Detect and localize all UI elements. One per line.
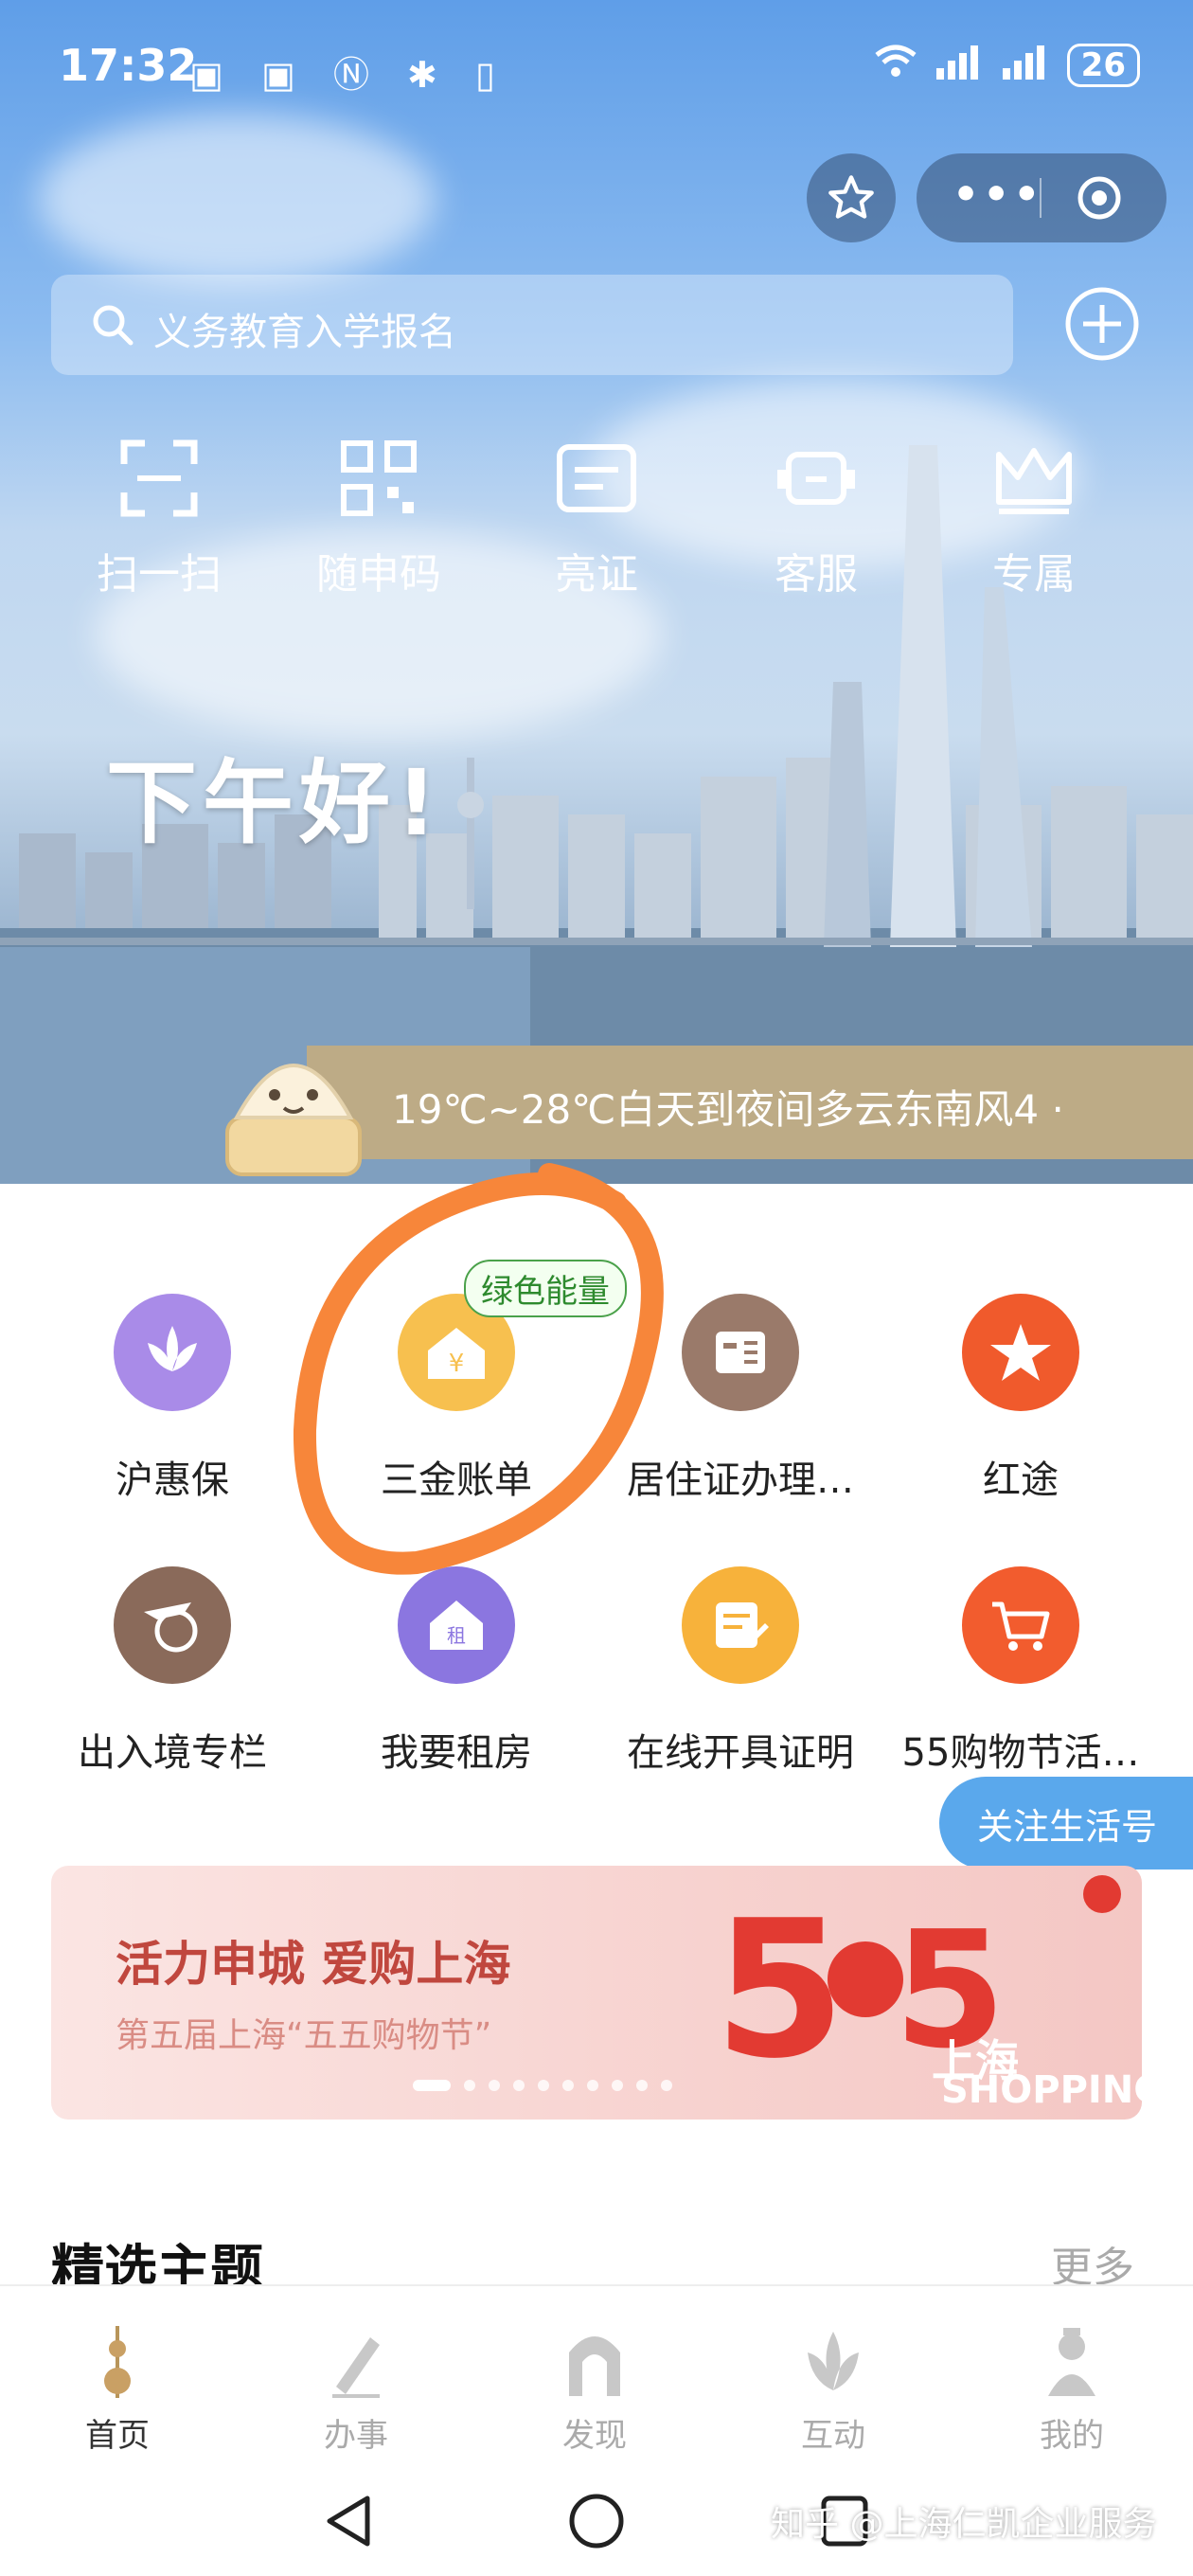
signal-icon <box>935 42 986 88</box>
home-icon[interactable] <box>566 2491 627 2551</box>
scan-icon <box>120 439 198 517</box>
follow-lifestyle-account-button[interactable]: 关注生活号 <box>939 1777 1193 1869</box>
clock: 17:32 <box>59 40 198 91</box>
carousel-dot <box>587 2080 598 2091</box>
tab-label: 首页 <box>85 2417 150 2455</box>
miniapp-capsule: ••• <box>917 153 1166 242</box>
service-huhuibao[interactable]: 沪惠保 <box>30 1294 314 1504</box>
carousel-dot <box>636 2080 648 2091</box>
five-five-logo: 5 5 SHOPPING <box>714 1875 1142 2112</box>
bottom-tab-bar: 首页 办事 发现 互动 我的 <box>0 2284 1193 2466</box>
tab-label: 发现 <box>562 2417 627 2455</box>
arch-icon <box>569 2336 620 2396</box>
quick-action-id-card[interactable]: 亮证 <box>502 436 691 600</box>
service-online-certificate[interactable]: 在线开具证明 <box>598 1566 882 1777</box>
tab-services[interactable]: 办事 <box>280 2324 432 2456</box>
service-rent-house[interactable]: 租 我要租房 <box>314 1566 598 1777</box>
banner-title: 活力申城 爱购上海 <box>116 1937 511 1992</box>
battery-level: 26 <box>1066 43 1140 87</box>
quick-action-scan[interactable]: 扫一扫 <box>64 436 254 600</box>
certificate-icon <box>682 1566 799 1684</box>
search-input[interactable]: 义务教育入学报名 <box>51 275 1013 375</box>
tab-home[interactable]: 首页 <box>42 2324 193 2456</box>
carousel-dot <box>661 2080 672 2091</box>
carousel-dot <box>562 2080 574 2091</box>
tab-label: 互动 <box>801 2417 865 2455</box>
quick-action-label: 客服 <box>775 550 858 599</box>
qr-code-icon <box>341 440 417 516</box>
target-icon <box>1077 176 1121 220</box>
service-label: 出入境专栏 <box>78 1731 267 1775</box>
tab-discover[interactable]: 发现 <box>519 2324 670 2456</box>
watermark: 知乎 @上海仁凯企业服务 <box>771 2505 1157 2544</box>
wifi-icon <box>872 42 919 88</box>
star-icon <box>828 175 874 219</box>
close-miniapp-button[interactable] <box>1076 174 1123 225</box>
service-hongtu[interactable]: 红途 <box>879 1294 1163 1504</box>
service-shopping-festival[interactable]: 55购物节活… <box>879 1566 1163 1777</box>
greeting-text: 下午好! <box>106 750 443 856</box>
search-placeholder: 义务教育入学报名 <box>153 311 456 354</box>
id-card-icon <box>557 444 636 512</box>
tab-label: 我的 <box>1040 2417 1104 2455</box>
carousel-dot <box>538 2080 549 2091</box>
carousel-dot <box>513 2080 525 2091</box>
system-icons: 26 <box>872 42 1140 88</box>
customer-service-icon <box>777 452 855 505</box>
banner-subtitle: 第五届上海“五五购物节” <box>116 2016 492 2055</box>
plane-globe-icon <box>114 1566 231 1684</box>
service-label: 在线开具证明 <box>627 1731 854 1775</box>
magnolia-icon <box>808 2332 859 2390</box>
service-label: 55购物节活… <box>901 1731 1140 1775</box>
add-button[interactable] <box>1062 284 1142 367</box>
lotus-icon <box>114 1294 231 1411</box>
quick-action-customer-service[interactable]: 客服 <box>721 436 911 600</box>
quick-action-label: 扫一扫 <box>97 550 222 599</box>
red-star-icon <box>962 1294 1079 1411</box>
status-bar: 17:32 ▣ ▣ Ⓝ ✱ ▯ 26 <box>0 0 1193 133</box>
residence-icon <box>682 1294 799 1411</box>
carousel-dot <box>413 2080 451 2091</box>
quick-action-label: 随申码 <box>316 550 441 599</box>
carousel-indicator <box>413 2080 672 2091</box>
more-icon[interactable]: ••• <box>953 170 1043 219</box>
pen-icon <box>332 2337 380 2398</box>
search-icon <box>89 301 136 352</box>
crown-icon <box>996 448 1072 514</box>
tab-interact[interactable]: 互动 <box>757 2324 909 2456</box>
quick-action-label: 专属 <box>992 550 1076 599</box>
service-label: 红途 <box>983 1458 1059 1502</box>
banner-brand-text: 上海 <box>932 2035 1019 2086</box>
svg-text:租: 租 <box>447 1624 466 1647</box>
plus-circle-icon <box>1065 287 1139 361</box>
favorite-button[interactable] <box>807 153 896 242</box>
carousel-dot <box>489 2080 500 2091</box>
capsule-divider <box>1040 178 1042 218</box>
svg-text:5: 5 <box>714 1880 846 2101</box>
quick-action-exclusive[interactable]: 专属 <box>939 436 1129 600</box>
service-label: 我要租房 <box>381 1731 532 1775</box>
weather-bar[interactable]: 19℃~28℃白天到夜间多云东南风4 · <box>307 1046 1193 1159</box>
service-exit-entry[interactable]: 出入境专栏 <box>30 1566 314 1777</box>
quick-action-label: 亮证 <box>555 550 638 599</box>
tab-mine[interactable]: 我的 <box>996 2324 1148 2456</box>
back-icon[interactable] <box>322 2493 375 2549</box>
carousel-dot <box>464 2080 475 2091</box>
signal-icon <box>1001 42 1052 88</box>
carousel-dot <box>612 2080 623 2091</box>
cart-icon <box>962 1566 1079 1684</box>
weather-text: 19℃~28℃白天到夜间多云东南风4 · <box>392 1086 1064 1133</box>
rent-house-icon: 租 <box>398 1566 515 1684</box>
notification-icons: ▣ ▣ Ⓝ ✱ ▯ <box>189 54 508 96</box>
person-icon <box>1048 2328 1095 2396</box>
service-label: 沪惠保 <box>116 1458 229 1502</box>
highlight-annotation <box>293 1163 664 1575</box>
tab-label: 办事 <box>324 2417 388 2455</box>
pearl-tower-icon <box>104 2326 131 2398</box>
quick-action-qr-code[interactable]: 随申码 <box>284 436 473 600</box>
